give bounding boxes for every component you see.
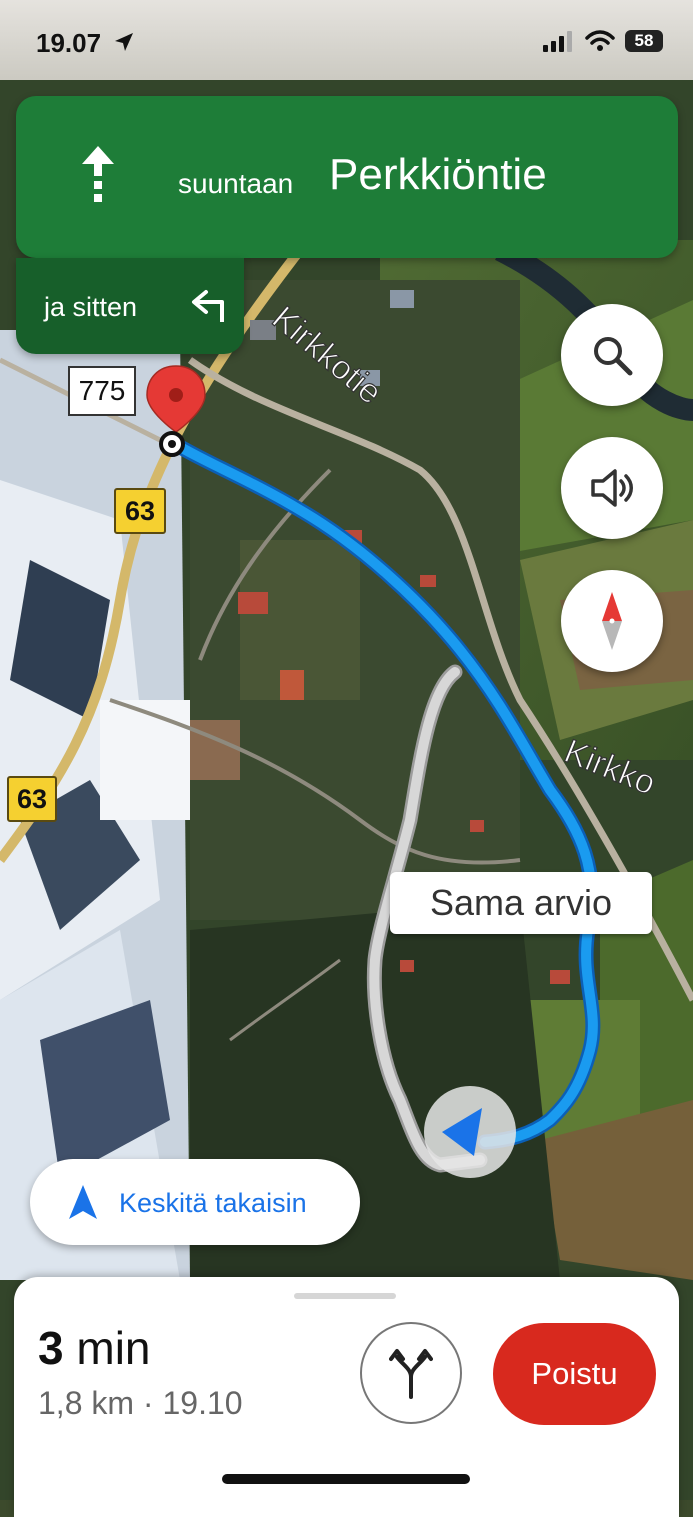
navigation-instruction-banner[interactable]: suuntaan Perkkiöntie	[16, 96, 678, 258]
route-fork-icon	[389, 1349, 433, 1399]
road-shield-63-lower: 63	[7, 776, 57, 822]
navigation-arrow-icon	[69, 1185, 97, 1219]
road-shield-63: 63	[114, 488, 166, 534]
alternative-route-label[interactable]: Sama arvio	[390, 872, 652, 934]
eta-unit: min	[76, 1322, 151, 1374]
status-bar: 19.07 58	[0, 0, 693, 80]
instruction-street-name: Perkkiöntie	[329, 150, 547, 199]
sound-button[interactable]	[561, 437, 663, 539]
instruction-prefix: suuntaan	[178, 168, 294, 199]
wifi-icon	[585, 30, 615, 51]
turn-left-icon	[192, 290, 224, 322]
compass-icon	[602, 592, 622, 650]
home-indicator[interactable]	[222, 1474, 470, 1484]
eta-duration: 3 min	[38, 1321, 151, 1375]
compass-button[interactable]	[561, 570, 663, 672]
alternate-routes-button[interactable]	[360, 1322, 462, 1424]
exit-button[interactable]: Poistu	[493, 1323, 656, 1425]
search-button[interactable]	[561, 304, 663, 406]
recenter-button[interactable]: Keskitä takaisin	[30, 1159, 360, 1245]
location-arrow-icon	[115, 33, 133, 51]
cellular-signal-icon	[543, 31, 572, 52]
battery-indicator: 58	[625, 30, 663, 52]
next-instruction-panel[interactable]: ja sitten	[16, 258, 244, 354]
trip-details: 1,8 km · 19.10	[38, 1385, 243, 1421]
straight-arrow-icon	[82, 146, 114, 202]
recenter-label: Keskitä takaisin	[119, 1188, 307, 1218]
status-time: 19.07	[36, 28, 102, 58]
eta-minutes: 3	[38, 1322, 64, 1374]
speaker-icon	[591, 469, 633, 507]
then-label: ja sitten	[44, 292, 138, 322]
search-icon	[594, 337, 633, 376]
road-shield-775: 775	[68, 366, 136, 416]
drag-handle[interactable]	[294, 1293, 396, 1299]
current-location-icon	[424, 1086, 516, 1178]
